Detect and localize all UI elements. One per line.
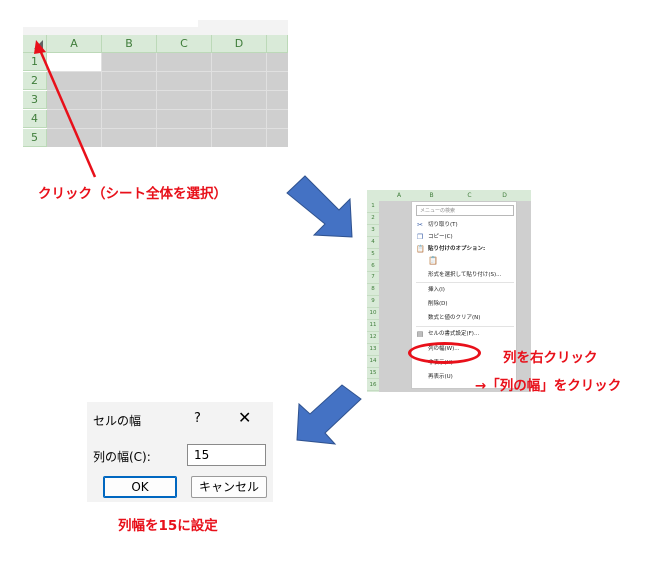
- menu-item-paste-options: 📋 貼り付けのオプション:: [416, 245, 486, 253]
- menu-item-delete[interactable]: 削除(D): [412, 298, 518, 310]
- context-row-header[interactable]: 4: [367, 237, 379, 249]
- context-column-b[interactable]: B: [419, 190, 444, 201]
- context-row-header[interactable]: 2: [367, 213, 379, 225]
- close-icon[interactable]: ✕: [238, 408, 251, 427]
- help-icon[interactable]: ?: [194, 411, 201, 426]
- step3-caption: 列幅を15に設定: [118, 518, 218, 534]
- context-row-header[interactable]: 8: [367, 284, 379, 297]
- pointer-arrow-line: [38, 49, 97, 178]
- menu-item-cut[interactable]: ✂ 切り取り(T): [412, 219, 518, 231]
- ok-button[interactable]: OK: [103, 476, 177, 498]
- highlight-ellipse: [408, 342, 481, 364]
- context-column-c[interactable]: C: [457, 190, 482, 201]
- step2-caption-line2: →「列の幅」をクリック: [475, 378, 622, 394]
- context-row-header[interactable]: 6: [367, 261, 379, 273]
- dialog-title: セルの幅: [93, 414, 142, 428]
- context-row-header[interactable]: 12: [367, 332, 379, 344]
- context-column-d[interactable]: D: [492, 190, 517, 201]
- pointer-arrow-head: [34, 40, 46, 54]
- context-row-header[interactable]: 3: [367, 225, 379, 237]
- copy-icon: ❐: [416, 233, 424, 241]
- menu-item-copy[interactable]: ❐ コピー(C): [412, 231, 518, 243]
- context-row-header[interactable]: 7: [367, 272, 379, 285]
- menu-item-clear-contents[interactable]: 数式と値のクリア(N): [412, 312, 518, 324]
- context-row-header[interactable]: 16: [367, 380, 379, 392]
- context-row-headers: 1 2 3 4 5 6 7 8 9 10 11 12 13 14 15 16: [367, 201, 379, 392]
- column-width-label: 列の幅(C):: [93, 450, 151, 464]
- cancel-button[interactable]: キャンセル: [191, 476, 267, 498]
- column-width-dialog: セルの幅 ? ✕ 列の幅(C): 15 OK キャンセル: [87, 402, 273, 502]
- format-cells-icon: ▤: [416, 330, 424, 338]
- menu-item-paste-special[interactable]: 形式を選択して貼り付け(S)...: [412, 269, 518, 281]
- context-row-header[interactable]: 1: [367, 201, 379, 213]
- column-width-input[interactable]: 15: [187, 444, 266, 466]
- context-row-header[interactable]: 13: [367, 344, 379, 356]
- next-step-arrow-1: [286, 175, 353, 238]
- context-row-header[interactable]: 5: [367, 249, 379, 261]
- context-row-header[interactable]: 15: [367, 368, 379, 380]
- context-row-header[interactable]: 14: [367, 356, 379, 368]
- menu-item-insert[interactable]: 挿入(I): [412, 284, 518, 296]
- step1-caption: クリック（シート全体を選択）: [38, 186, 227, 202]
- menu-item-format-cells[interactable]: ▤ セルの書式設定(F)...: [412, 328, 518, 340]
- context-row-header[interactable]: 9: [367, 296, 379, 309]
- scissors-icon: ✂: [417, 221, 423, 229]
- context-row-header[interactable]: 11: [367, 320, 379, 332]
- menu-search-input[interactable]: メニューの検索: [416, 205, 514, 216]
- paste-icon: 📋: [416, 245, 425, 253]
- paste-option-icon[interactable]: 📋: [428, 256, 438, 266]
- step2-caption-line1: 列を右クリック: [503, 350, 598, 366]
- next-step-arrow-2: [296, 384, 362, 445]
- context-row-header[interactable]: 10: [367, 308, 379, 320]
- context-column-headers: A B C D: [367, 190, 531, 201]
- context-column-a[interactable]: A: [389, 190, 409, 201]
